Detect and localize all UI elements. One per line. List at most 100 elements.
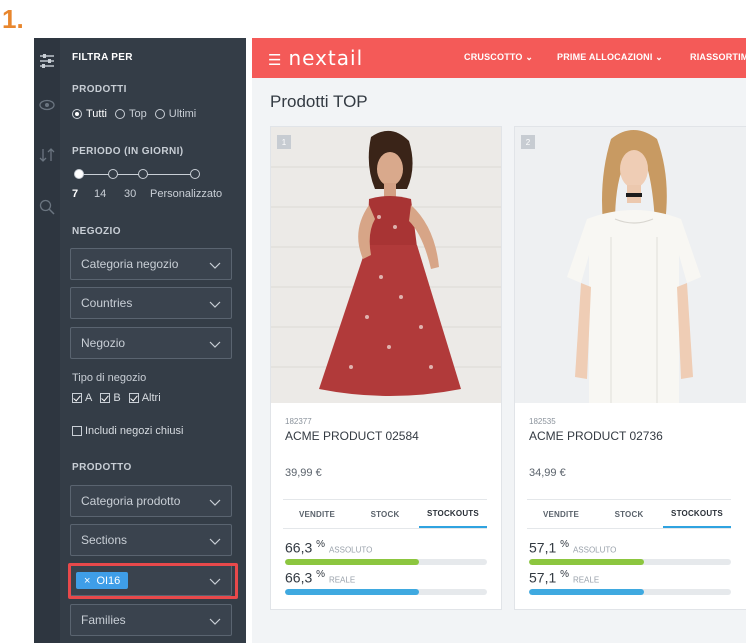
store-category-select[interactable]: Categoria negozio — [70, 248, 232, 280]
chevron-down-icon — [209, 538, 221, 545]
product-card[interactable]: 1 182377 ACME PRODUCT 02584 39,99 € VEND… — [270, 126, 502, 610]
product-price: 34,99 € — [529, 467, 566, 479]
season-tag-label: OI16 — [96, 574, 121, 587]
radio-label: Top — [129, 108, 147, 120]
chevron-down-icon — [209, 262, 221, 269]
metric-label: ASSOLUTO — [572, 545, 617, 555]
chevron-down-icon — [209, 499, 221, 506]
radio-ultimi[interactable]: Ultimi — [154, 108, 197, 120]
screenshot-root: 1. FILTRA PER PRODOTTI Tutti Top Ultimi … — [0, 0, 746, 643]
store-section-label: NEGOZIO — [72, 226, 121, 237]
nav-prime-allocazioni[interactable]: PRIME ALLOCAZIONI ⌄ — [557, 52, 663, 63]
metric-label: REALE — [572, 575, 600, 585]
sort-icon[interactable] — [38, 146, 56, 164]
product-name[interactable]: ACME PRODUCT 02584 — [285, 429, 419, 443]
radio-label: Ultimi — [168, 108, 197, 120]
page-title: Prodotti TOP — [270, 92, 368, 111]
countries-select[interactable]: Countries — [70, 287, 232, 319]
product-photo-dress — [271, 127, 501, 403]
nav-label: PRIME ALLOCAZIONI — [557, 52, 653, 62]
checkbox-label: Includi negozi chiusi — [85, 425, 184, 437]
families-select[interactable]: Families — [70, 604, 232, 636]
slider-knob-custom[interactable] — [190, 169, 200, 179]
eye-icon[interactable] — [38, 96, 56, 114]
tab-stockouts[interactable]: STOCKOUTS — [663, 500, 731, 528]
metric-label: REALE — [328, 575, 356, 585]
checkbox-type-altri[interactable]: Altri — [128, 392, 161, 404]
nav-label: RIASSORTIM — [690, 52, 746, 62]
tick-14[interactable]: 14 — [94, 188, 124, 200]
chevron-down-icon — [209, 301, 221, 308]
radio-tutti[interactable]: Tutti — [72, 108, 107, 120]
metric-tabs: VENDITE STOCK STOCKOUTS — [283, 499, 487, 529]
checkbox-type-b[interactable]: B — [100, 392, 121, 404]
product-image: 2 — [515, 127, 746, 403]
product-price: 39,99 € — [285, 467, 322, 479]
nav-riassortim[interactable]: RIASSORTIM — [690, 52, 746, 62]
product-section-label: PRODOTTO — [72, 462, 132, 473]
filter-header: FILTRA PER — [72, 52, 133, 63]
product-code: 182377 — [285, 417, 312, 426]
tab-vendite[interactable]: VENDITE — [527, 500, 595, 528]
slider-knob-30[interactable] — [138, 169, 148, 179]
checkbox-label: B — [113, 392, 121, 404]
product-image: 1 — [271, 127, 501, 403]
product-category-select[interactable]: Categoria prodotto — [70, 485, 232, 517]
absolute-progress-bar — [529, 559, 731, 565]
filter-panel: FILTRA PER PRODOTTI Tutti Top Ultimi PER… — [60, 38, 246, 643]
sections-select[interactable]: Sections — [70, 524, 232, 556]
period-ticks: 7 14 30 Personalizzato — [72, 188, 222, 200]
slider-knob-14[interactable] — [108, 169, 118, 179]
radio-dot — [115, 109, 125, 119]
select-value: Categoria negozio — [81, 257, 179, 271]
store-select[interactable]: Negozio — [70, 327, 232, 359]
include-closed-row: Includi negozi chiusi — [72, 425, 183, 437]
chevron-down-icon: ⌄ — [655, 52, 664, 62]
metric-label: ASSOLUTO — [328, 545, 373, 555]
tick-30[interactable]: 30 — [124, 188, 150, 200]
checkbox-include-closed[interactable]: Includi negozi chiusi — [72, 425, 183, 437]
real-progress-bar — [529, 589, 731, 595]
select-value: Categoria prodotto — [81, 494, 181, 508]
sliders-icon[interactable] — [38, 52, 56, 70]
search-icon[interactable] — [38, 198, 56, 216]
checkbox-box — [100, 393, 111, 404]
select-value: Countries — [81, 296, 133, 310]
product-name[interactable]: ACME PRODUCT 02736 — [529, 429, 663, 443]
tab-stock[interactable]: STOCK — [595, 500, 663, 528]
tick-7[interactable]: 7 — [72, 188, 94, 200]
radio-top[interactable]: Top — [115, 108, 147, 120]
tab-stock[interactable]: STOCK — [351, 500, 419, 528]
chevron-down-icon — [209, 618, 221, 625]
metric-value: 57,1 — [529, 539, 557, 556]
rank-badge: 1 — [277, 135, 291, 149]
main-content: Prodotti TOP 1 182377 ACME PRODUCT 02584… — [252, 78, 746, 643]
radio-dot — [154, 109, 165, 119]
select-value: Sections — [81, 533, 128, 547]
nextail-logo[interactable]: ☰ nextail — [268, 46, 363, 70]
checkbox-box — [72, 393, 82, 404]
product-photo-blouse — [515, 127, 746, 403]
slider-knob-7[interactable] — [74, 169, 84, 179]
absolute-metric: 66,3 % ASSOLUTO — [285, 539, 372, 556]
checkbox-type-a[interactable]: A — [72, 392, 92, 404]
chevron-down-icon: ⌄ — [525, 52, 534, 62]
icon-rail — [34, 38, 60, 643]
season-tag-chip[interactable]: × OI16 — [76, 572, 129, 589]
metric-unit: % — [316, 569, 326, 580]
rank-badge: 2 — [521, 135, 535, 149]
product-card[interactable]: 2 182535 ACME PRODUCT 02736 34,99 € VEND… — [514, 126, 746, 610]
tab-stockouts[interactable]: STOCKOUTS — [419, 500, 487, 528]
top-nav-bar: ☰ nextail CRUSCOTTO ⌄ PRIME ALLOCAZIONI ⌄… — [252, 38, 746, 78]
nav-label: CRUSCOTTO — [464, 52, 523, 62]
remove-tag-icon[interactable]: × — [84, 575, 90, 587]
period-slider[interactable] — [74, 169, 202, 181]
product-code: 182535 — [529, 417, 556, 426]
tick-custom[interactable]: Personalizzato — [150, 188, 222, 200]
nav-cruscotto[interactable]: CRUSCOTTO ⌄ — [464, 52, 533, 63]
checkbox-label: Altri — [141, 392, 161, 404]
tab-vendite[interactable]: VENDITE — [283, 500, 351, 528]
progress-fill — [285, 589, 419, 595]
checkbox-box — [72, 426, 82, 437]
absolute-metric: 57,1 % ASSOLUTO — [529, 539, 616, 556]
